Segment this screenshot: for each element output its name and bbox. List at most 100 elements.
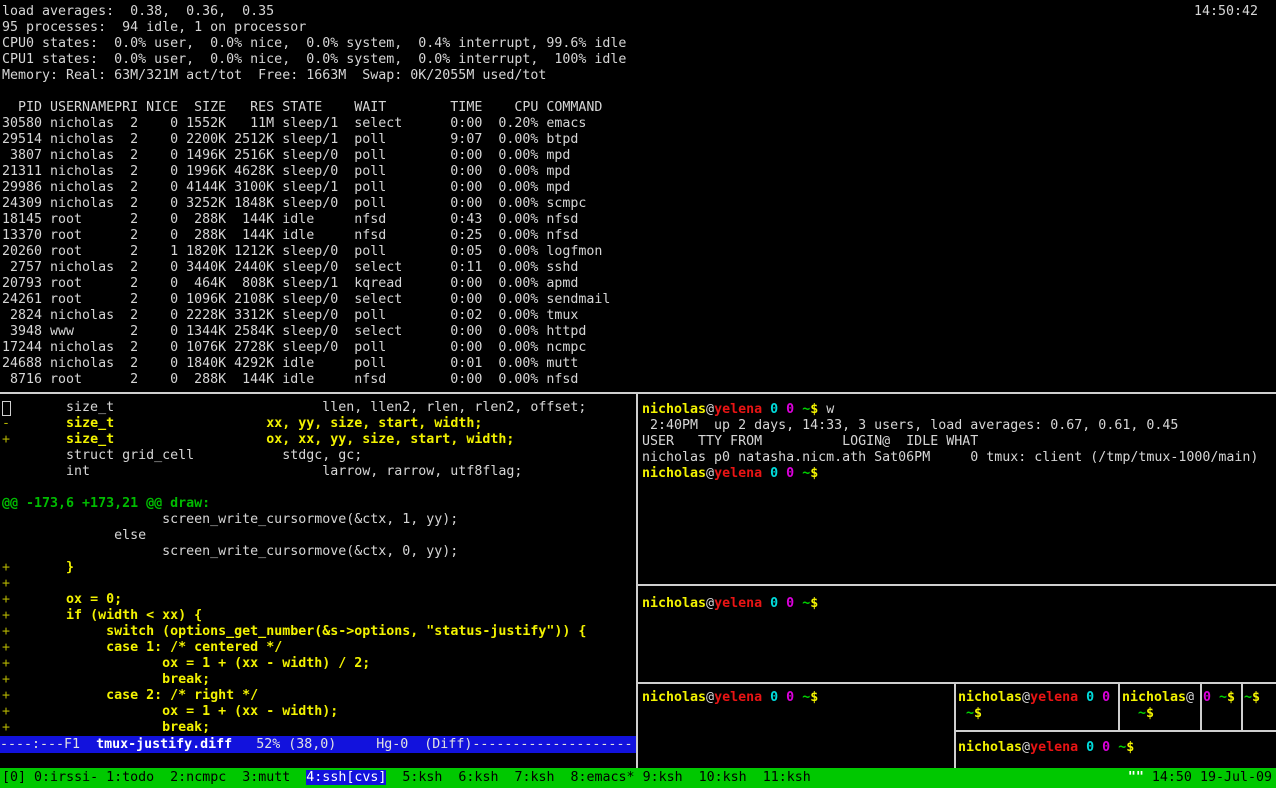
shell-pane-top-right[interactable]: nicholas@yelena 0 0 ~$ w 2:40PM up 2 day…: [642, 402, 1274, 482]
terminal-line: PID USERNAMEPRI NICE SIZE RES STATE WAIT…: [2, 100, 1274, 116]
tmux-status-right: "" 14:50 19-Jul-09: [1128, 768, 1272, 788]
pane-border-horizontal-mini[interactable]: [956, 730, 1276, 732]
tmux-session-name: [0]: [2, 770, 26, 785]
tmux-window-item[interactable]: 6:ksh: [458, 770, 498, 785]
terminal-line: 17244 nicholas 2 0 1076K 2728K sleep/0 p…: [2, 340, 1274, 356]
tmux-window-list: [0] 0:irssi- 1:todo 2:ncmpc 3:mutt 4:ssh…: [2, 768, 811, 788]
terminal-line: nicholas@yelena 0 0: [958, 690, 1116, 706]
terminal-line: nicholas@: [1122, 690, 1198, 706]
terminal-line: 29514 nicholas 2 0 2200K 2512K sleep/1 p…: [2, 132, 1274, 148]
tmux-window-item[interactable]: 7:ksh: [514, 770, 554, 785]
shell-mini-pane-3[interactable]: 0 ~$: [1203, 690, 1239, 706]
terminal-line: + ox = 1 + (xx - width) / 2;: [2, 656, 634, 672]
terminal-line: + switch (options_get_number(&s->options…: [2, 624, 634, 640]
terminal-line: 95 processes: 94 idle, 1 on processor: [2, 20, 1274, 36]
shell-pane-bottom-left[interactable]: nicholas@yelena 0 0 ~$: [642, 690, 952, 706]
terminal-line: size_t llen, llen2, rlen, rlen2, offset;: [2, 400, 634, 416]
emacs-modeline: ----:---F1 tmux-justify.diff 52% (38,0) …: [0, 736, 636, 753]
shell-mini-pane-4[interactable]: ~$: [1244, 690, 1274, 706]
terminal-line: + size_t ox, xx, yy, size, start, width;: [2, 432, 634, 448]
terminal-line: 8716 root 2 0 288K 144K idle nfsd 0:00 0…: [2, 372, 1274, 388]
terminal-line: ~$: [1244, 690, 1274, 706]
terminal-line: 24309 nicholas 2 0 3252K 1848K sleep/0 p…: [2, 196, 1274, 212]
tmux-window-item[interactable]: 8:emacs*: [571, 770, 635, 785]
terminal-line: 3807 nicholas 2 0 1496K 2516K sleep/0 po…: [2, 148, 1274, 164]
terminal-line: "" 14:50 19-Jul-09: [1128, 768, 1272, 784]
pane-border-horizontal-right1[interactable]: [638, 584, 1276, 586]
shell-mini-pane-1[interactable]: nicholas@yelena 0 0 ~$: [958, 690, 1116, 722]
tmux-window-item[interactable]: 1:todo: [106, 770, 154, 785]
terminal-line: 20260 root 2 1 1820K 1212K sleep/0 poll …: [2, 244, 1274, 260]
terminal-line: nicholas@yelena 0 0 ~$: [642, 690, 952, 706]
terminal-line: USER TTY FROM LOGIN@ IDLE WHAT: [642, 434, 1274, 450]
terminal-line: 13370 root 2 0 288K 144K idle nfsd 0:25 …: [2, 228, 1274, 244]
terminal-line: CPU0 states: 0.0% user, 0.0% nice, 0.0% …: [2, 36, 1274, 52]
pane-border-vertical-mini3[interactable]: [1241, 684, 1243, 730]
terminal-line: ~$: [958, 706, 1116, 722]
diff-editor-pane[interactable]: size_t llen, llen2, rlen, rlen2, offset;…: [2, 400, 634, 736]
top-process-pane[interactable]: load averages: 0.38, 0.36, 0.3595 proces…: [2, 4, 1274, 388]
terminal-line: 18145 root 2 0 288K 144K idle nfsd 0:43 …: [2, 212, 1274, 228]
tmux-window-item[interactable]: 10:ksh: [699, 770, 747, 785]
terminal-line: + }: [2, 560, 634, 576]
clock-display: 14:50:42: [1194, 4, 1258, 20]
terminal-line: screen_write_cursormove(&ctx, 0, yy);: [2, 544, 634, 560]
terminal-line: 21311 nicholas 2 0 1996K 4628K sleep/0 p…: [2, 164, 1274, 180]
terminal-line: nicholas@yelena 0 0 ~$: [642, 466, 1274, 482]
terminal-line: int larrow, rarrow, utf8flag;: [2, 464, 634, 480]
shell-mini-pane-2[interactable]: nicholas@ ~$: [1122, 690, 1198, 722]
terminal-line: ~$: [1122, 706, 1198, 722]
terminal-line: 30580 nicholas 2 0 1552K 11M sleep/1 sel…: [2, 116, 1274, 132]
tmux-status-bar: [0] 0:irssi- 1:todo 2:ncmpc 3:mutt 4:ssh…: [0, 768, 1276, 788]
terminal-line: +: [2, 576, 634, 592]
terminal-line: 2757 nicholas 2 0 3440K 2440K sleep/0 se…: [2, 260, 1274, 276]
terminal-line: nicholas p0 natasha.nicm.ath Sat06PM 0 t…: [642, 450, 1274, 466]
terminal-line: 0 ~$: [1203, 690, 1239, 706]
terminal-line: nicholas@yelena 0 0 ~$ w: [642, 402, 1274, 418]
emacs-hollow-cursor: [2, 401, 11, 416]
terminal-line: screen_write_cursormove(&ctx, 1, yy);: [2, 512, 634, 528]
tmux-window-item[interactable]: 5:ksh: [402, 770, 442, 785]
tmux-screen: { "colors": { "background": "#000000", "…: [0, 0, 1276, 788]
tmux-window-item[interactable]: 2:ncmpc: [170, 770, 226, 785]
terminal-line: - size_t xx, yy, size, start, width;: [2, 416, 634, 432]
terminal-line: 2824 nicholas 2 0 2228K 3312K sleep/0 po…: [2, 308, 1274, 324]
terminal-line: 20793 root 2 0 464K 808K sleep/1 kqread …: [2, 276, 1274, 292]
terminal-line: load averages: 0.38, 0.36, 0.35: [2, 4, 1274, 20]
terminal-line: + ox = 0;: [2, 592, 634, 608]
shell-pane-middle-right[interactable]: nicholas@yelena 0 0 ~$: [642, 596, 1274, 612]
pane-border-vertical-mini2[interactable]: [1200, 684, 1202, 730]
tmux-window-item[interactable]: 4:ssh[cvs]: [306, 770, 386, 785]
pane-border-vertical-main[interactable]: [636, 394, 638, 768]
terminal-line: 2:40PM up 2 days, 14:33, 3 users, load a…: [642, 418, 1274, 434]
terminal-line: + break;: [2, 672, 634, 688]
shell-pane-bottom-sub[interactable]: nicholas@yelena 0 0 ~$: [958, 740, 1274, 756]
terminal-line: nicholas@yelena 0 0 ~$: [958, 740, 1274, 756]
terminal-line: + case 2: /* right */: [2, 688, 634, 704]
pane-border-vertical-bottom[interactable]: [954, 684, 956, 768]
terminal-line: + if (width < xx) {: [2, 608, 634, 624]
tmux-window-item[interactable]: 0:irssi-: [34, 770, 98, 785]
terminal-line: + case 1: /* centered */: [2, 640, 634, 656]
pane-border-horizontal-right2[interactable]: [638, 682, 1276, 684]
terminal-line: nicholas@yelena 0 0 ~$: [642, 596, 1274, 612]
terminal-line: [2, 480, 634, 496]
terminal-line: + ox = 1 + (xx - width);: [2, 704, 634, 720]
tmux-window-item[interactable]: 3:mutt: [242, 770, 290, 785]
terminal-line: @@ -173,6 +173,21 @@ draw:: [2, 496, 634, 512]
terminal-line: ----:---F1 tmux-justify.diff 52% (38,0) …: [0, 736, 636, 752]
terminal-line: + break;: [2, 720, 634, 736]
terminal-line: 24688 nicholas 2 0 1840K 4292K idle poll…: [2, 356, 1274, 372]
terminal-line: Memory: Real: 63M/321M act/tot Free: 166…: [2, 68, 1274, 84]
pane-border-horizontal-main[interactable]: [0, 392, 1276, 394]
tmux-window-item[interactable]: 9:ksh: [643, 770, 683, 785]
terminal-line: struct grid_cell stdgc, gc;: [2, 448, 634, 464]
tmux-window-item[interactable]: 11:ksh: [763, 770, 811, 785]
terminal-line: CPU1 states: 0.0% user, 0.0% nice, 0.0% …: [2, 52, 1274, 68]
terminal-line: [2, 84, 1274, 100]
terminal-line: else: [2, 528, 634, 544]
terminal-line: 24261 root 2 0 1096K 2108K sleep/0 selec…: [2, 292, 1274, 308]
pane-border-vertical-mini1[interactable]: [1118, 684, 1120, 730]
terminal-line: 29986 nicholas 2 0 4144K 3100K sleep/1 p…: [2, 180, 1274, 196]
terminal-line: 3948 www 2 0 1344K 2584K sleep/0 select …: [2, 324, 1274, 340]
